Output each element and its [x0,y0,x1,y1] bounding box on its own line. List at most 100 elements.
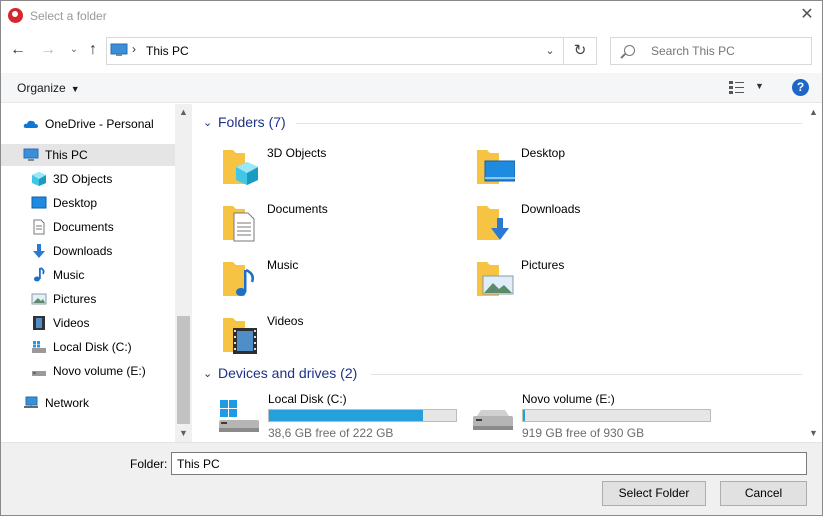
drive-local-disk[interactable]: Local Disk (C:) 38,6 GB free of 222 GB [217,392,467,440]
scroll-up-icon[interactable]: ▲ [177,106,190,119]
3d-objects-icon [32,172,46,186]
folder-videos[interactable]: Videos [221,312,461,362]
recent-locations-button[interactable]: ⌄ [65,41,83,59]
sidebar-item-network[interactable]: Network [1,392,175,414]
chevron-down-icon: ⌄ [203,117,213,129]
sidebar-item-this-pc[interactable]: This PC [1,144,175,166]
sidebar-item-documents[interactable]: Documents [1,216,175,238]
this-pc-icon [110,43,128,56]
drive-name: Novo volume (E:) [522,392,615,406]
drive-novo-volume[interactable]: Novo volume (E:) 919 GB free of 930 GB [471,392,721,440]
downloads-folder-icon [477,206,509,240]
dialog-footer: Folder: Select Folder Cancel [1,442,822,515]
search-input[interactable]: Search This PC [651,44,735,58]
window-title: Select a folder [30,9,107,23]
address-dropdown-button[interactable]: ⌄ [537,38,563,64]
folder-label: Desktop [521,146,566,160]
folder-field-label: Folder: [130,457,168,471]
folder-pictures[interactable]: Pictures [475,256,715,306]
folder-3d-objects[interactable]: 3D Objects [221,144,461,194]
toolbar: Organize ▼ ▼ ? [1,73,822,103]
address-bar[interactable]: › This PC ⌄ [106,37,564,65]
group-divider [296,123,802,124]
organize-button[interactable]: Organize ▼ [17,81,80,95]
sidebar-item-videos[interactable]: Videos [1,312,175,334]
folder-downloads[interactable]: Downloads [475,200,715,250]
sidebar-item-local-disk[interactable]: Local Disk (C:) [1,336,175,358]
sidebar-scrollbar[interactable]: ▲ ▼ [175,104,192,442]
content-pane: ⌄ Folders (7) 3D Objects Desktop Documen… [193,104,822,442]
local-disk-icon [32,341,46,353]
sidebar-item-downloads[interactable]: Downloads [1,240,175,262]
pictures-folder-icon [477,262,514,296]
view-options-icon[interactable] [729,81,745,95]
organize-label: Organize [17,81,66,95]
sidebar-item-music[interactable]: Music [1,264,175,286]
folder-desktop[interactable]: Desktop [475,144,715,194]
arrow-left-icon: ← [10,41,26,58]
close-icon: ✕ [800,6,814,23]
sidebar-item-label: Downloads [53,244,113,258]
app-icon [8,8,23,23]
chevron-down-icon: ⌄ [545,45,555,57]
sidebar-item-pictures[interactable]: Pictures [1,288,175,310]
sidebar-item-label: Pictures [53,292,97,306]
videos-icon [33,316,45,330]
downloads-icon [33,244,45,258]
sidebar-item-novo-volume[interactable]: Novo volume (E:) [1,360,175,382]
folder-label: Pictures [521,258,565,272]
back-button[interactable]: ← [9,41,27,59]
folder-name-input[interactable] [171,452,807,475]
chevron-down-icon: ⌄ [203,368,213,380]
view-dropdown-icon[interactable]: ▼ [755,81,764,91]
scroll-down-icon[interactable]: ▼ [177,427,190,440]
sidebar-item-label: 3D Objects [53,172,113,186]
drive-usage-bar [522,409,711,422]
breadcrumb[interactable]: This PC [146,44,189,58]
folder-documents[interactable]: Documents [221,200,461,250]
sidebar-item-label: Music [53,268,85,282]
documents-folder-icon [223,206,255,242]
breadcrumb-separator-icon: › [132,42,136,56]
folder-music[interactable]: Music [221,256,461,306]
drive-usage-fill [269,410,424,421]
group-divider [371,374,802,375]
sidebar-item-label: OneDrive - Personal [45,117,154,131]
refresh-icon: ↻ [573,42,587,59]
select-folder-button[interactable]: Select Folder [602,481,706,506]
desktop-icon [31,196,47,209]
sidebar-item-3d-objects[interactable]: 3D Objects [1,168,175,190]
cancel-button[interactable]: Cancel [720,481,807,506]
content-scrollbar[interactable]: ▲ ▼ [805,104,822,442]
scroll-down-icon[interactable]: ▼ [807,427,820,440]
forward-button[interactable]: → [39,41,57,59]
search-box[interactable]: Search This PC [610,37,812,65]
music-folder-icon [223,262,254,296]
folder-label: Downloads [521,202,581,216]
close-button[interactable]: ✕ [792,1,822,31]
refresh-button[interactable]: ↻ [564,37,597,65]
this-pc-icon [23,148,39,161]
drive-free-space: 919 GB free of 930 GB [522,426,645,440]
network-icon [24,396,38,408]
sidebar-item-label: Videos [53,316,90,330]
3d-objects-folder-icon [223,150,258,185]
sidebar-item-onedrive[interactable]: OneDrive - Personal [1,113,175,135]
up-button[interactable]: ↑ [84,41,102,59]
search-icon [624,45,635,56]
sidebar-item-desktop[interactable]: Desktop [1,192,175,214]
sidebar-item-label: This PC [45,148,88,162]
drive-free-space: 38,6 GB free of 222 GB [268,426,394,440]
scroll-up-icon[interactable]: ▲ [807,106,820,119]
documents-icon [33,219,45,235]
arrow-right-icon: → [40,41,56,58]
windows-drive-icon [219,400,259,432]
chevron-down-icon: ⌄ [69,44,79,55]
folder-label: 3D Objects [267,146,327,160]
hard-drive-icon [473,410,513,430]
drive-usage-bar [268,409,457,422]
help-icon[interactable]: ? [792,79,809,96]
scrollbar-thumb[interactable] [177,316,190,424]
navigation-pane: OneDrive - Personal This PC 3D Objects D… [1,104,192,442]
music-icon [34,267,45,282]
